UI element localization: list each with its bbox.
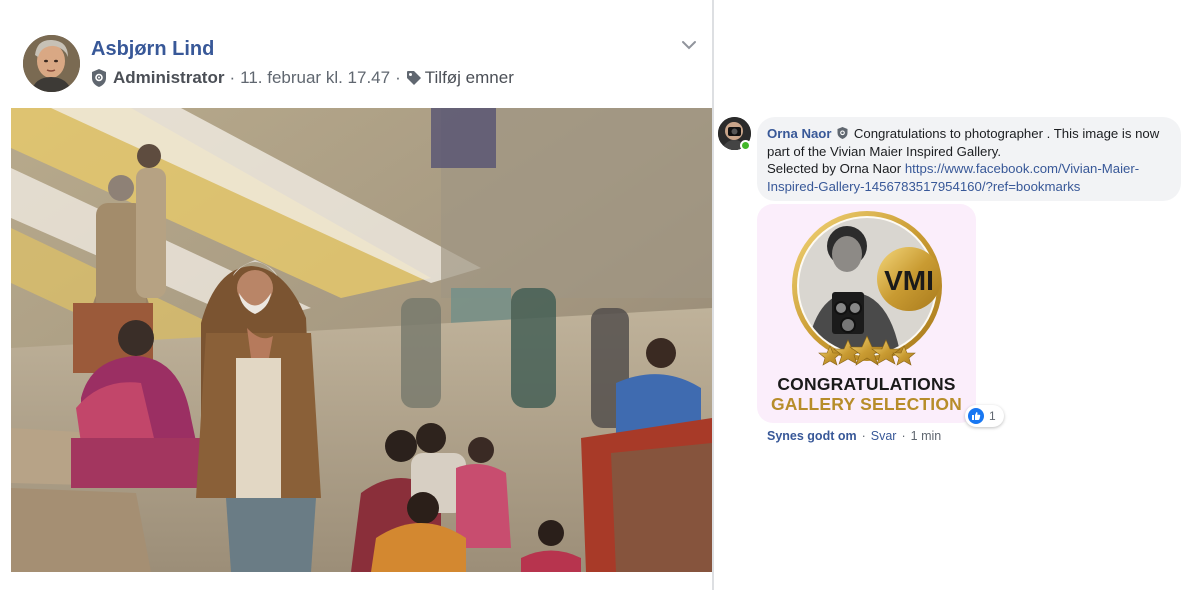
author-avatar[interactable] [23,35,80,92]
reaction-count: 1 [989,409,996,423]
like-button[interactable]: Synes godt om [767,429,857,443]
shield-icon [837,127,848,139]
vmi-badge-text: VMI [884,265,934,296]
comment-actions: Synes godt om · Svar · 1 min [767,429,941,443]
meta-separator: · [395,68,401,87]
commenter-name[interactable]: Orna Naor [767,126,832,141]
comment-time[interactable]: 1 min [911,429,942,443]
post-timestamp[interactable]: 11. februar kl. 17.47 [240,68,390,88]
author-name[interactable]: Asbjørn Lind [91,38,214,61]
reaction-count-badge[interactable]: 1 [965,405,1004,427]
reply-button[interactable]: Svar [871,429,897,443]
chevron-down-icon[interactable] [680,36,698,54]
tag-icon [406,71,421,85]
role-label: Administrator [113,68,225,87]
sticker-gallery-selection-text: GALLERY SELECTION [770,394,963,414]
post-photo[interactable] [11,108,712,572]
like-icon [968,408,984,424]
add-topics-link[interactable]: Tilføj emner [425,68,514,88]
action-separator: · [901,429,906,443]
shield-icon [92,69,106,87]
post-card: Asbjørn Lind Administrator · 11. februar… [0,0,714,590]
comment-selected-by: Selected by Orna Naor [767,161,902,176]
post-meta: Administrator · 11. februar kl. 17.47 · … [91,68,514,88]
comment-bubble: Orna Naor Congratulations to photographe… [757,117,1181,201]
online-status-indicator [740,140,751,151]
action-separator: · [861,429,866,443]
gallery-sticker-image[interactable]: VMI CONGRATULATIONS GALLERY SELECTION [757,204,976,423]
meta-separator: · [229,68,236,87]
sticker-congratulations-text: CONGRATULATIONS [777,374,956,394]
